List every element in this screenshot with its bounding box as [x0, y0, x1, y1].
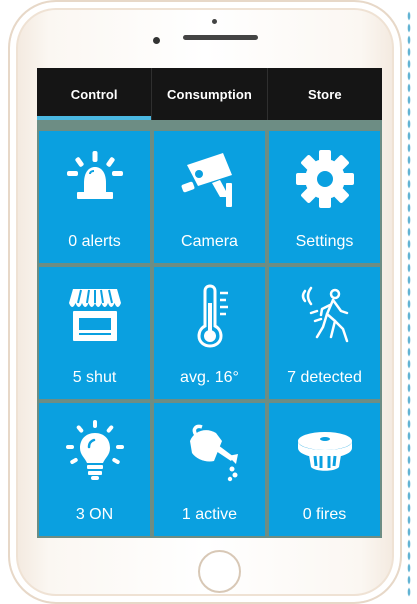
- tile-settings-label: Settings: [295, 233, 354, 250]
- earpiece-speaker: [183, 35, 258, 40]
- tile-watering-label: 1 active: [181, 506, 238, 523]
- tile-watering[interactable]: 1 active: [154, 403, 265, 536]
- tile-lights[interactable]: 3 ON: [39, 403, 150, 536]
- watering-can-icon: [176, 417, 244, 485]
- tile-lights-label: 3 ON: [75, 506, 114, 523]
- tab-store-label: Store: [307, 86, 342, 102]
- tile-fire[interactable]: 0 fires: [269, 403, 380, 536]
- app-screen: Control Consumption Store 0 alerts Camer…: [37, 68, 382, 538]
- tile-temperature[interactable]: avg. 16°: [154, 267, 265, 399]
- tile-shutters-label: 5 shut: [72, 369, 117, 386]
- shop-shutter-icon: [61, 281, 129, 349]
- page: Control Consumption Store 0 alerts Camer…: [0, 0, 417, 604]
- tile-motion[interactable]: 7 detected: [269, 267, 380, 399]
- tile-settings[interactable]: Settings: [269, 131, 380, 263]
- home-button[interactable]: [198, 550, 241, 593]
- tab-control[interactable]: Control: [37, 68, 152, 120]
- light-bulb-icon: [61, 417, 129, 485]
- tab-consumption-label: Consumption: [167, 86, 252, 102]
- tab-consumption[interactable]: Consumption: [151, 68, 266, 120]
- tile-camera-label: Camera: [181, 233, 238, 250]
- tile-temperature-label: avg. 16°: [180, 369, 239, 386]
- tile-fire-label: 0 fires: [302, 506, 347, 523]
- smoke-detector-icon: [291, 417, 359, 485]
- thermometer-icon: [176, 281, 244, 349]
- tab-bar: Control Consumption Store: [37, 68, 382, 120]
- gear-icon: [291, 145, 359, 213]
- decorative-dotted-border: [407, 10, 411, 598]
- alarm-light-icon: [61, 145, 129, 213]
- sensor-dot: [212, 19, 217, 24]
- tile-camera[interactable]: Camera: [154, 131, 265, 263]
- tab-store[interactable]: Store: [266, 68, 382, 120]
- tile-alerts-label: 0 alerts: [68, 233, 121, 250]
- tile-alerts[interactable]: 0 alerts: [39, 131, 150, 263]
- motion-sensor-icon: [291, 281, 359, 349]
- front-camera: [153, 37, 160, 44]
- camera-icon: [176, 145, 244, 213]
- tab-control-label: Control: [70, 86, 118, 102]
- tile-shutters[interactable]: 5 shut: [39, 267, 150, 399]
- tile-motion-label: 7 detected: [287, 369, 362, 386]
- control-grid: 0 alerts Camera Settings 5 shut avg. 16°…: [39, 131, 380, 536]
